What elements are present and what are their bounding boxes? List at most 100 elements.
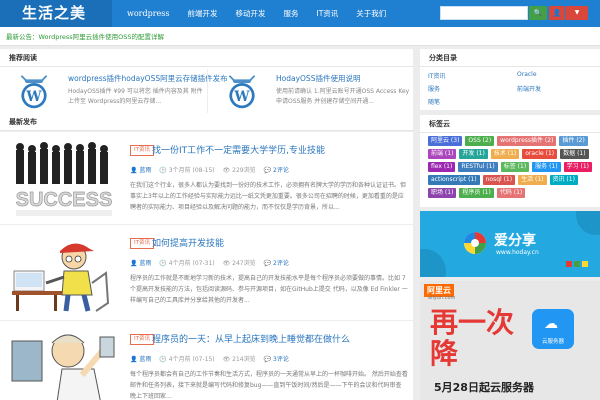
tag-link[interactable]: 数据 (1) (560, 149, 589, 159)
user-icon: 👤 (552, 9, 562, 17)
svg-text:W: W (25, 89, 42, 105)
post-author[interactable]: 蓝雨 (139, 260, 151, 267)
wordpress-logo-icon: W (228, 75, 256, 109)
tag-link[interactable]: 职场 (1) (428, 188, 457, 198)
post-thumbnail[interactable] (8, 329, 120, 400)
tag-link[interactable]: 开发 (1) (459, 149, 488, 159)
comment-icon: 💬 3评论 (263, 356, 289, 363)
post-time: 4个月前 (07-15) (168, 356, 215, 363)
tag-link[interactable]: 前端 (1) (428, 149, 457, 159)
latest-heading: 最新发布 (0, 113, 413, 131)
tag-link[interactable]: 标签 (1) (500, 162, 530, 172)
category-badge[interactable]: IT资讯 (130, 145, 154, 156)
nav-item-it-news[interactable]: IT资讯 (308, 0, 348, 27)
post-author[interactable]: 蓝雨 (139, 167, 151, 174)
post-comments[interactable]: 2评论 (273, 260, 289, 267)
site-logo[interactable]: 生活之美 (0, 0, 112, 27)
nav-item-service[interactable]: 服务 (275, 0, 308, 27)
tags-heading: 标签云 (420, 115, 600, 133)
eye-icon: 👁 229浏览 (222, 167, 256, 174)
category-badge[interactable]: IT资讯 (130, 238, 154, 249)
developer-cartoon-image (8, 233, 120, 317)
post-excerpt: 在我们这个行业，很多人都认为要找到一份好的技术工作，必须拥有名牌大学的学历和各种… (130, 182, 407, 211)
tag-link[interactable]: wordpress插件 (2) (497, 136, 557, 146)
share-banner-title: 爱分享 (494, 233, 536, 249)
tag-link[interactable]: flex (1) (428, 162, 456, 172)
category-list: IT资讯 Oracle 服务 前端开发 随笔 (428, 71, 588, 106)
svg-text:SUCCESS: SUCCESS (16, 189, 113, 211)
recommend-heading: 推荐阅读 (0, 49, 413, 67)
tag-link[interactable]: 生活 (1) (518, 175, 547, 185)
post-item: IT资讯 程序员的一天：从早上起床到晚上睡觉都在做什么 👤 蓝雨 🕒 4个月前 … (0, 320, 413, 400)
business-people-image: SUCCESS (8, 140, 120, 224)
category-link[interactable]: 服务 (428, 84, 517, 93)
post-meta: 👤 蓝雨 🕒 4个月前 (07-15) 👁 214浏览 💬 3评论 (130, 354, 289, 363)
post-item: SUCCESS IT资讯 找一份IT工作不一定需要大学学历,专业技能 👤 蓝雨 … (0, 131, 413, 231)
share-banner[interactable]: 爱分享 www.hoday.cn (420, 211, 600, 277)
category-link[interactable]: IT资讯 (428, 71, 517, 80)
category-badge[interactable]: IT资讯 (130, 334, 154, 345)
post-views: 229浏览 (232, 167, 256, 174)
post-title[interactable]: 程序员的一天：从早上起床到晚上睡觉都在做什么 (152, 332, 350, 345)
recommend-title[interactable]: HodayOSS插件使用说明 (276, 73, 360, 84)
categories-heading: 分类目录 (420, 49, 600, 67)
main-nav: wordpress 前端开发 移动开发 服务 IT资讯 关于我们 (118, 0, 395, 27)
tired-programmer-image (8, 329, 120, 400)
recommend-title[interactable]: wordpress插件hodayOSS阿里云存储插件发布 (68, 73, 228, 84)
recommend-desc: 使用前请确认 1.阿里云账号开通OSS Access Key 申请OSS服务 并… (276, 88, 410, 105)
cloud-server-label: 云服务器 (541, 339, 564, 345)
user-button[interactable]: 👤 (549, 6, 565, 20)
caret-down-icon: ▼ (574, 9, 580, 16)
clock-icon: 🕒 4个月前 (07-31) (159, 260, 215, 267)
tags-panel: 标签云 阿里云 (3) OSS (2) wordpress插件 (2) 插件 (2) 前… (420, 115, 600, 207)
nav-item-about[interactable]: 关于我们 (347, 0, 395, 27)
categories-panel: 分类目录 IT资讯 Oracle 服务 前端开发 随笔 (420, 49, 600, 110)
comment-icon: 💬 2评论 (263, 167, 289, 174)
nav-item-frontend[interactable]: 前端开发 (179, 0, 227, 27)
post-thumbnail[interactable] (8, 233, 120, 317)
notice-link[interactable]: 最新公告：Wordpress阿里云插件使用OSS的配置详解 (6, 31, 164, 41)
search-icon: 🔍 (533, 9, 543, 17)
post-title[interactable]: 找一份IT工作不一定需要大学学历,专业技能 (152, 143, 325, 156)
tag-link[interactable]: 插件 (2) (559, 136, 588, 146)
tag-link[interactable]: nosql (1) (482, 175, 516, 185)
tag-link[interactable]: 服务 (1) (532, 162, 561, 172)
wordpress-logo-icon: W (20, 75, 48, 109)
recommend-item[interactable]: W wordpress插件hodayOSS阿里云存储插件发布 HodayOSS插… (8, 69, 228, 115)
tag-link[interactable]: oracle (1) (522, 149, 558, 159)
post-title[interactable]: 如何提高开发技能 (152, 236, 224, 249)
divider (207, 69, 208, 115)
tag-link[interactable]: 学习 (1) (563, 162, 593, 172)
post-thumbnail[interactable]: SUCCESS (8, 140, 120, 224)
tag-link[interactable]: 阿里云 (3) (428, 136, 463, 146)
tag-link[interactable]: OSS (2) (465, 136, 495, 146)
tag-link[interactable]: 程序员 (1) (459, 188, 494, 198)
post-meta: 👤 蓝雨 🕒 3个月前 (08-15) 👁 229浏览 💬 2评论 (130, 165, 289, 174)
tag-link[interactable]: 技术 (1) (490, 149, 520, 159)
post-excerpt: 程序员的工作就是不断地学习新的技术，提高自己的开发技能水平是每个程序员必须要做的… (130, 275, 408, 304)
category-link[interactable]: 前端开发 (517, 84, 587, 93)
search-button[interactable]: 🔍 (529, 6, 547, 20)
top-navbar: 生活之美 wordpress 前端开发 移动开发 服务 IT资讯 关于我们 🔍 … (0, 0, 600, 27)
category-link[interactable]: Oracle (517, 71, 587, 80)
post-author[interactable]: 蓝雨 (139, 356, 151, 363)
author-icon: 👤 蓝雨 (130, 167, 152, 174)
cloud-icon: ☁ (544, 316, 558, 332)
nav-item-wordpress[interactable]: wordpress (118, 0, 179, 27)
category-link[interactable]: 随笔 (428, 97, 517, 106)
svg-text:W: W (233, 89, 250, 105)
tag-cloud: 阿里云 (3) OSS (2) wordpress插件 (2) 插件 (2) 前端 (1… (428, 136, 593, 198)
post-comments[interactable]: 2评论 (273, 167, 289, 174)
aliyun-headline: 再一次降 (430, 306, 515, 370)
tag-link[interactable]: 资讯 (1) (549, 175, 578, 185)
recommend-item[interactable]: W HodayOSS插件使用说明 使用前请确认 1.阿里云账号开通OSS Acc… (216, 69, 409, 115)
tag-link[interactable]: actionscript (1) (428, 175, 480, 185)
aliyun-banner[interactable]: 阿里云 aliyun.com 再一次降 ☁ 云服务器 5月28日起云服务器 (420, 281, 600, 400)
tag-link[interactable]: RESTful (1) (458, 162, 498, 172)
search-input[interactable] (440, 6, 528, 20)
cloud-server-tile: ☁ 云服务器 (532, 309, 574, 349)
post-comments[interactable]: 3评论 (273, 356, 289, 363)
tag-link[interactable]: 代码 (1) (496, 188, 526, 198)
user-dropdown-toggle[interactable]: ▼ (566, 6, 588, 20)
nav-item-mobile[interactable]: 移动开发 (227, 0, 275, 27)
